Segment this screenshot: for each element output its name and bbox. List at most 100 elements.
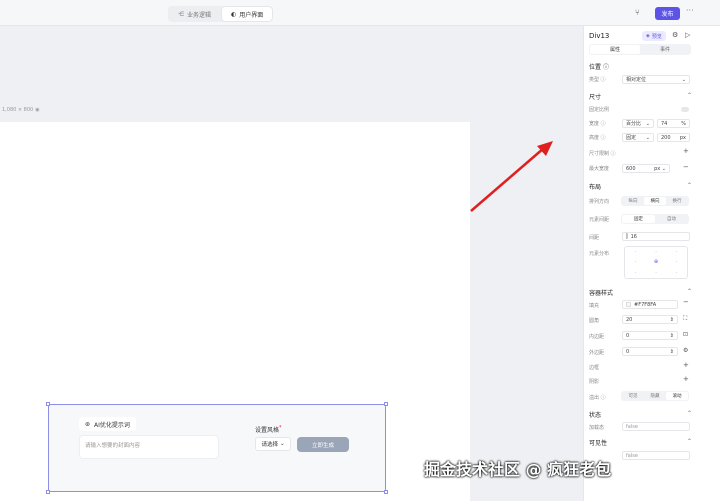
section-container-style[interactable]: 容器样式 — [589, 288, 613, 297]
preview-icon: ◈ — [646, 33, 650, 39]
chevron-up-icon[interactable]: ⌃ — [687, 92, 692, 99]
add-limit-icon[interactable]: + — [683, 147, 689, 155]
max-width-label: 最大宽度 — [589, 166, 610, 172]
align-dot[interactable]: · — [646, 247, 667, 257]
chevron-up-icon[interactable]: ⌃ — [687, 438, 692, 445]
generate-button[interactable]: 立即生成 — [297, 437, 349, 452]
distribution-grid[interactable]: · · · · ⊕ · · · · — [624, 246, 688, 279]
height-label-text: 高度 — [589, 135, 600, 141]
ai-optimize-button[interactable]: ⊛ AI优化提示词 — [79, 417, 136, 431]
stepper-icon: ⇕ — [669, 348, 674, 355]
tab-label: 业务逻辑 — [187, 11, 212, 19]
radius-input[interactable]: 20 ⇕ — [622, 315, 678, 324]
gear-icon[interactable]: ⚙ — [683, 347, 688, 354]
cover-content-input[interactable]: 请输入想要的封面内容 — [79, 435, 219, 459]
height-mode-value: 固定 — [626, 135, 637, 141]
style-select[interactable]: 请选择 ⌄ — [255, 437, 291, 451]
align-dot[interactable]: · — [666, 247, 687, 257]
overflow-label: 溢出 ⓘ — [589, 395, 606, 401]
tab-user-interface[interactable]: ◐ 用户界面 — [222, 7, 273, 21]
visibility-input[interactable]: false — [622, 451, 690, 460]
align-dot[interactable]: · — [666, 257, 687, 267]
chevron-up-icon[interactable]: ⌃ — [687, 182, 692, 189]
overflow-hidden[interactable]: 隐藏 — [644, 392, 666, 400]
spacing-toggle: 固定 自动 — [621, 214, 689, 224]
section-size[interactable]: 尺寸 — [589, 92, 601, 101]
chevron-up-icon[interactable]: ⌃ — [687, 288, 692, 295]
section-state[interactable]: 状态 — [589, 410, 601, 419]
more-icon[interactable]: ··· — [686, 6, 694, 15]
radius-label: 圆角 — [589, 318, 600, 324]
align-dot[interactable]: · — [625, 268, 646, 278]
resize-handle[interactable] — [46, 490, 50, 494]
direction-wrap[interactable]: 换行 — [666, 197, 688, 205]
padding-input[interactable]: 0 ⇕ — [622, 331, 678, 340]
max-width-unit-wrap: px ⌄ — [654, 165, 666, 172]
radius-value: 20 — [626, 316, 633, 323]
direction-horizontal[interactable]: 横向 — [644, 197, 666, 205]
section-title: 布局 — [589, 184, 602, 191]
width-mode-select[interactable]: 百分比 ⌄ — [622, 119, 654, 128]
preview-label: 预览 — [651, 33, 662, 40]
required-mark: * — [279, 425, 282, 431]
properties-panel: Div13 ◈ 预览 ⚙ ▷ 属性 事件 位置 ⓘ 类型 ⓘ 相对定位 ⌄ 尺寸 … — [583, 26, 720, 501]
align-dot[interactable]: · — [666, 268, 687, 278]
gap-input[interactable]: ⫿ 16 — [622, 232, 690, 241]
resize-handle[interactable] — [384, 490, 388, 494]
tab-properties[interactable]: 属性 — [590, 45, 640, 54]
fill-input[interactable]: #F7F8FA — [622, 300, 678, 309]
top-bar: ⋲ 业务逻辑 ◐ 用户界面 ⑂ 发布 ··· — [0, 0, 720, 26]
collaborate-icon[interactable]: ⑂ — [635, 8, 640, 17]
ai-icon: ⊛ — [85, 420, 91, 428]
tab-business-logic[interactable]: ⋲ 业务逻辑 — [169, 7, 220, 21]
spacing-fixed[interactable]: 固定 — [622, 215, 655, 223]
selected-div13[interactable]: ⊛ AI优化提示词 请输入想要的封面内容 设置风格* 请选择 ⌄ 立即生成 — [46, 402, 388, 494]
play-icon[interactable]: ▷ — [685, 31, 690, 39]
height-mode-select[interactable]: 固定 ⌄ — [622, 133, 654, 142]
max-width-value: 600 — [626, 165, 636, 172]
width-label: 宽度 ⓘ — [589, 121, 606, 127]
settings-icon[interactable]: ⚙ — [672, 31, 678, 39]
padding-icon[interactable]: ⊡ — [683, 331, 688, 338]
style-select-value: 请选择 — [261, 442, 278, 448]
loading-input[interactable]: false — [622, 422, 690, 431]
align-dot[interactable]: · — [625, 257, 646, 267]
chevron-up-icon[interactable]: ⌃ — [687, 410, 692, 417]
visibility-value: false — [626, 452, 638, 459]
stepper-icon: ⇕ — [669, 332, 674, 339]
remove-limit-icon[interactable]: − — [683, 163, 689, 171]
position-type-select[interactable]: 相对定位 ⌄ — [622, 75, 690, 84]
tab-events[interactable]: 事件 — [640, 45, 690, 54]
padding-label: 内边距 — [589, 334, 605, 340]
publish-button[interactable]: 发布 — [655, 7, 680, 20]
section-title: 容器样式 — [589, 290, 614, 297]
overflow-visible[interactable]: 可见 — [622, 392, 644, 400]
align-dot[interactable]: · — [646, 268, 667, 278]
fixed-ratio-toggle[interactable] — [681, 107, 689, 112]
margin-input[interactable]: 0 ⇕ — [622, 347, 678, 356]
size-limit-label: 尺寸限制 ⓘ — [589, 151, 616, 157]
section-visibility[interactable]: 可见性 — [589, 438, 607, 447]
gap-icon: ⫿ — [626, 233, 628, 240]
corner-icon[interactable]: ⛶ — [683, 315, 687, 323]
section-position[interactable]: 位置 ⓘ — [589, 62, 609, 71]
spacing-auto[interactable]: 自动 — [655, 215, 688, 223]
height-input[interactable]: 200 px — [657, 133, 690, 142]
preview-button[interactable]: ◈ 预览 — [642, 31, 666, 41]
resize-handle[interactable] — [46, 402, 50, 406]
align-dot[interactable]: · — [625, 247, 646, 257]
eye-icon[interactable]: ◉ — [35, 107, 39, 113]
padding-value: 0 — [626, 332, 630, 339]
add-border-icon[interactable]: + — [683, 361, 689, 369]
overflow-scroll[interactable]: 滚动 — [666, 392, 688, 400]
max-width-input[interactable]: 600 px ⌄ — [622, 164, 670, 173]
remove-fill-icon[interactable]: − — [683, 298, 689, 306]
add-shadow-icon[interactable]: + — [683, 375, 689, 383]
width-input[interactable]: 74% — [657, 119, 690, 128]
direction-vertical[interactable]: 纵向 — [622, 197, 644, 205]
resize-handle[interactable] — [384, 402, 388, 406]
align-center-icon[interactable]: ⊕ — [646, 257, 667, 267]
section-layout[interactable]: 布局 — [589, 182, 601, 191]
style-label: 设置风格* — [255, 425, 282, 434]
border-label: 边框 — [589, 365, 600, 371]
